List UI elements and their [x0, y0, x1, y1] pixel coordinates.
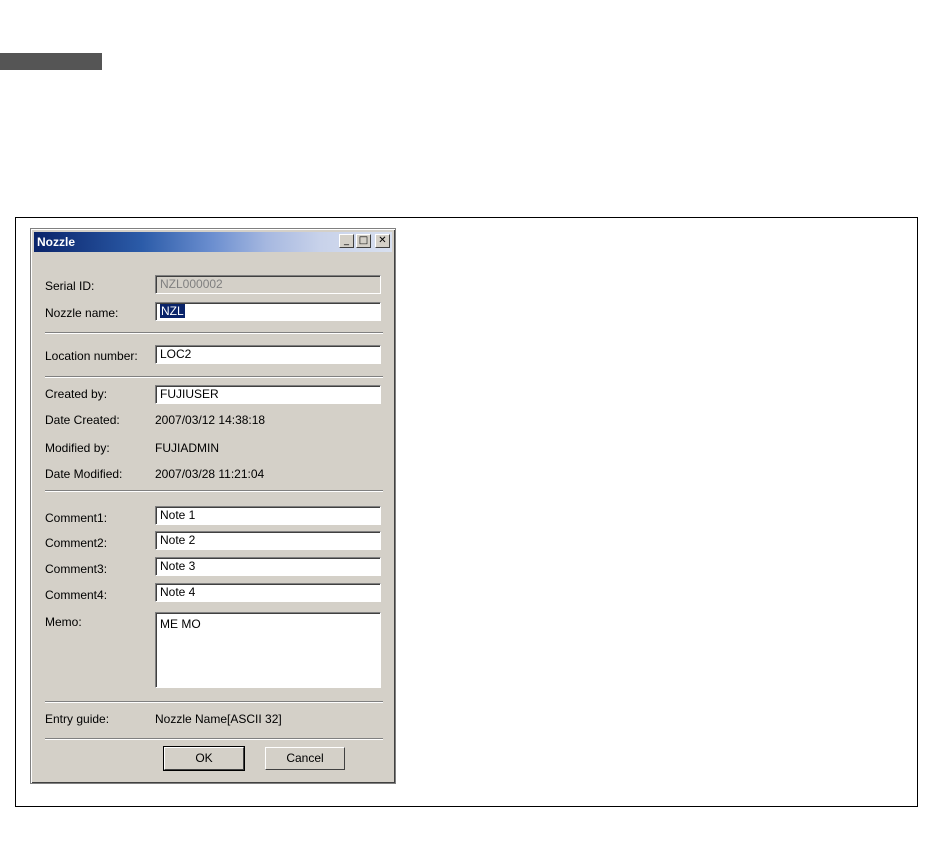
comment4-label: Comment4:	[45, 588, 108, 602]
comment3-value: Note 3	[160, 559, 196, 573]
gray-tab-marker	[0, 53, 102, 70]
location-number-field[interactable]: LOC2	[155, 345, 381, 364]
close-button[interactable]: ✕	[375, 234, 390, 248]
window-title: Nozzle	[37, 235, 76, 249]
created-by-label: Created by:	[45, 387, 108, 401]
minimize-button[interactable]: _	[339, 234, 354, 248]
date-modified-value: 2007/03/28 11:21:04	[155, 467, 265, 481]
comment1-field[interactable]: Note 1	[155, 506, 381, 525]
serial-id-value: NZL000002	[160, 277, 223, 291]
date-modified-label: Date Modified:	[45, 467, 123, 481]
comment1-value: Note 1	[160, 508, 196, 522]
separator	[45, 332, 383, 334]
comment4-value: Note 4	[160, 585, 196, 599]
entry-guide-value: Nozzle Name[ASCII 32]	[155, 712, 282, 726]
date-created-label: Date Created:	[45, 413, 120, 427]
location-number-value: LOC2	[160, 347, 192, 361]
location-number-label: Location number:	[45, 349, 138, 363]
comment3-field[interactable]: Note 3	[155, 557, 381, 576]
serial-id-field: NZL000002	[155, 275, 381, 294]
comment3-label: Comment3:	[45, 562, 108, 576]
nozzle-dialog: Nozzle _ □ ✕ Serial ID: NZL000002 Nozzle…	[30, 228, 396, 784]
maximize-button[interactable]: □	[356, 234, 371, 248]
entry-guide-label: Entry guide:	[45, 712, 110, 726]
comment4-field[interactable]: Note 4	[155, 583, 381, 602]
title-bar[interactable]: Nozzle _ □ ✕	[34, 232, 392, 252]
comment2-field[interactable]: Note 2	[155, 531, 381, 550]
created-by-field[interactable]: FUJIUSER	[155, 385, 381, 404]
comment2-value: Note 2	[160, 533, 196, 547]
separator	[45, 376, 383, 378]
memo-label: Memo:	[45, 615, 82, 629]
nozzle-name-field[interactable]: NZL	[155, 302, 381, 321]
comment1-label: Comment1:	[45, 511, 108, 525]
serial-id-label: Serial ID:	[45, 279, 95, 293]
separator	[45, 701, 383, 703]
modified-by-value: FUJIADMIN	[155, 441, 219, 455]
ok-button[interactable]: OK	[163, 746, 245, 771]
date-created-value: 2007/03/12 14:38:18	[155, 413, 266, 427]
separator	[45, 738, 383, 740]
nozzle-name-label: Nozzle name:	[45, 306, 119, 320]
memo-value: ME MO	[160, 617, 201, 631]
separator	[45, 490, 383, 492]
nozzle-name-value: NZL	[160, 304, 185, 318]
cancel-button[interactable]: Cancel	[265, 747, 345, 770]
modified-by-label: Modified by:	[45, 441, 110, 455]
created-by-value: FUJIUSER	[160, 387, 219, 401]
comment2-label: Comment2:	[45, 536, 108, 550]
memo-textarea[interactable]: ME MO	[155, 612, 381, 688]
